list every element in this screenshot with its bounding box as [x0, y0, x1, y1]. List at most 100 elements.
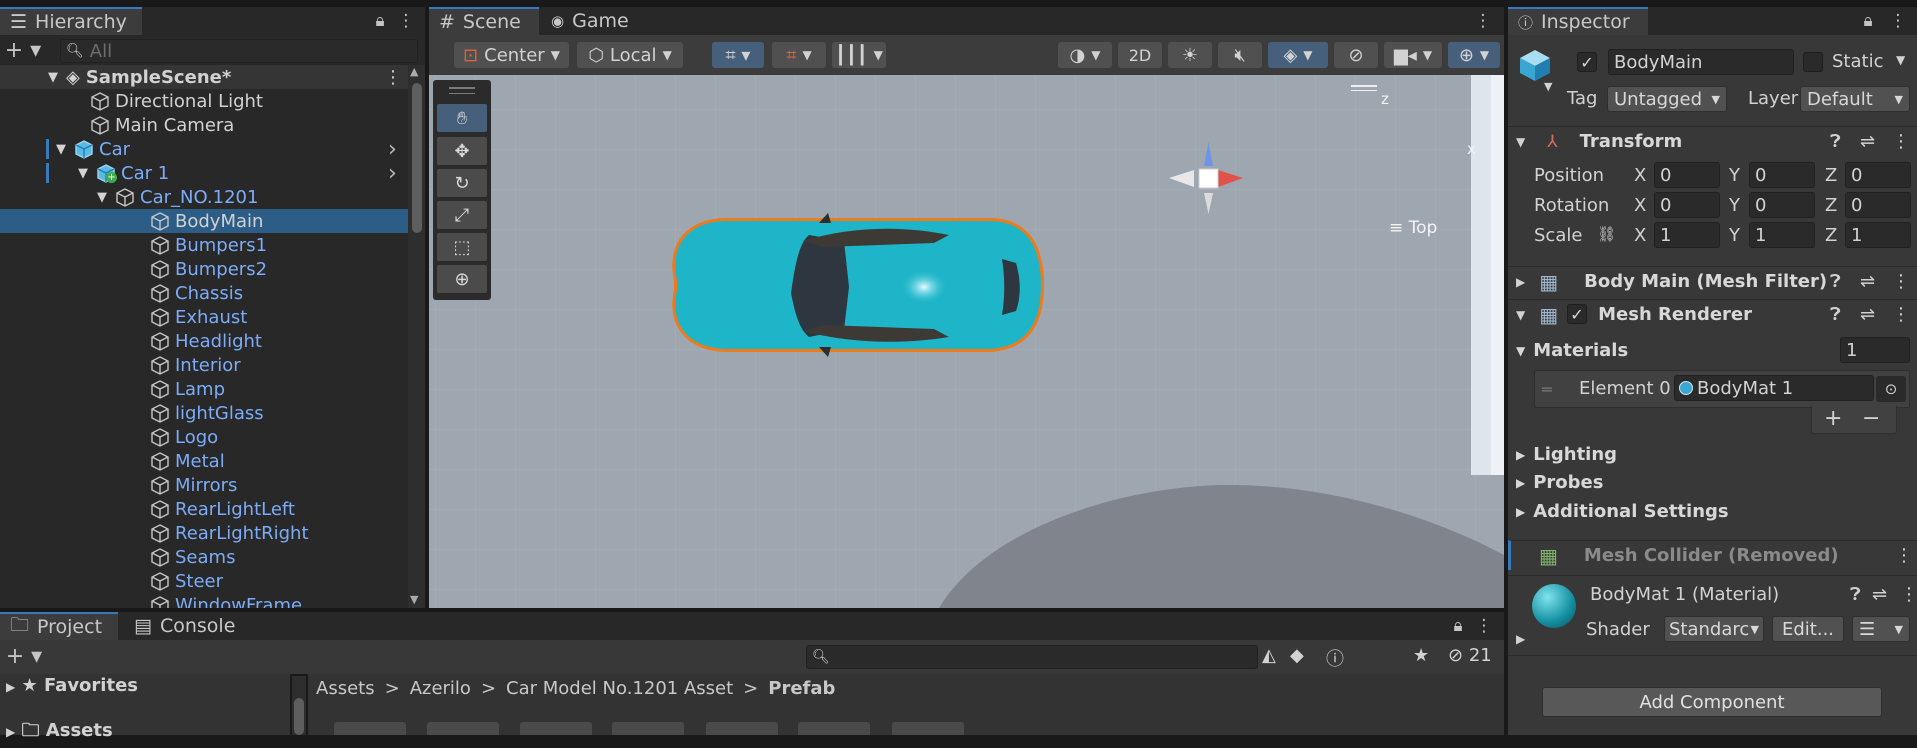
mesh-collider-removed-header[interactable]: ▦ Mesh Collider (Removed) ⋮: [1508, 540, 1917, 570]
gizmo-view-label[interactable]: ≡ Top: [1389, 218, 1437, 238]
assets-item[interactable]: ▶ 🗀︎ Assets: [6, 718, 113, 748]
breadcrumb-prefab[interactable]: Prefab: [768, 678, 835, 699]
lock-icon[interactable]: 🔒︎: [370, 11, 390, 31]
favorites-item[interactable]: ▶ ★ Favorites: [6, 675, 138, 696]
lock-icon[interactable]: 🔒︎: [1858, 11, 1878, 31]
hierarchy-item[interactable]: Bumpers1: [0, 233, 408, 257]
hierarchy-item[interactable]: ▼ Car_NO.1201: [0, 185, 408, 209]
materials-count-field[interactable]: 1: [1840, 337, 1910, 363]
breadcrumb-car-model[interactable]: Car Model No.1201 Asset: [506, 678, 733, 699]
hierarchy-item[interactable]: Main Camera: [0, 113, 408, 137]
more-menu-icon[interactable]: ⋮: [1473, 11, 1493, 31]
scale-z-field[interactable]: 1: [1845, 222, 1911, 248]
breadcrumb-assets[interactable]: Assets: [316, 678, 375, 699]
log-search-icon[interactable]: ⓘ: [1326, 645, 1344, 671]
hierarchy-item[interactable]: RearLightLeft: [0, 497, 408, 521]
hierarchy-item[interactable]: Seams: [0, 545, 408, 569]
hierarchy-item[interactable]: Headlight: [0, 329, 408, 353]
more-menu-icon[interactable]: ⋮: [1892, 271, 1910, 292]
project-search-input[interactable]: 🔍︎: [806, 645, 1258, 669]
rect-tool-button[interactable]: ⬚: [437, 233, 487, 261]
help-icon[interactable]: ❓︎: [1830, 271, 1841, 292]
hierarchy-item[interactable]: Chassis: [0, 281, 408, 305]
increment-snap-button[interactable]: ⌗ ▼: [772, 42, 826, 68]
hierarchy-item[interactable]: › ▼ Car: [0, 137, 408, 162]
expand-arrow-icon[interactable]: ▼: [56, 142, 66, 157]
hierarchy-item[interactable]: Directional Light: [0, 89, 408, 113]
hidden-packages-toggle[interactable]: ⊘ 21: [1448, 645, 1492, 666]
additional-settings-foldout[interactable]: ▶ Additional Settings: [1516, 501, 1729, 522]
presets-icon[interactable]: ⇌: [1860, 304, 1875, 325]
presets-icon[interactable]: ⇌: [1860, 271, 1875, 292]
tab-project[interactable]: 🗀︎ Project: [0, 612, 118, 640]
more-menu-icon[interactable]: ⋮: [384, 67, 402, 88]
scene-viewport[interactable]: z x ≡ Top: [429, 75, 1504, 608]
help-icon[interactable]: ❓︎: [1830, 131, 1841, 152]
hand-tool-button[interactable]: ✋︎: [437, 104, 487, 132]
hierarchy-item[interactable]: Lamp: [0, 377, 408, 401]
breadcrumb-azerilo[interactable]: Azerilo: [410, 678, 471, 699]
hierarchy-scrollbar[interactable]: ▲ ▼: [408, 65, 425, 608]
static-dropdown-icon[interactable]: ▼: [1896, 53, 1905, 67]
help-icon[interactable]: ❓︎: [1850, 584, 1861, 605]
transform-tool-button[interactable]: ⊕: [437, 265, 487, 293]
object-picker-icon[interactable]: ⊙: [1876, 376, 1906, 402]
asset-thumbnail[interactable]: [798, 722, 870, 735]
more-menu-icon[interactable]: ⋮: [1892, 304, 1910, 325]
tab-scene[interactable]: # Scene: [429, 7, 539, 35]
orientation-gizmo[interactable]: [1159, 80, 1279, 250]
asset-thumbnail[interactable]: [334, 722, 406, 735]
asset-thumbnail[interactable]: [427, 722, 499, 735]
hierarchy-search-input[interactable]: 🔍︎ All: [60, 39, 418, 63]
add-button[interactable]: + ▾: [4, 38, 42, 63]
shader-edit-button[interactable]: Edit...: [1772, 616, 1844, 642]
pivot-center-dropdown[interactable]: ⊡ Center ▼: [454, 42, 569, 68]
expand-arrow-icon[interactable]: ▼: [97, 190, 107, 205]
more-menu-icon[interactable]: ⋮: [1474, 616, 1494, 636]
collapse-arrow-icon[interactable]: ▶: [1516, 632, 1525, 646]
axis-label-x[interactable]: X: [1634, 225, 1646, 246]
search-by-type-icon[interactable]: ◭: [1262, 645, 1276, 666]
hierarchy-item[interactable]: RearLightRight: [0, 521, 408, 545]
probes-foldout[interactable]: ▶ Probes: [1516, 472, 1603, 493]
asset-thumbnail[interactable]: [520, 722, 592, 735]
gizmos-dropdown[interactable]: ⊕ ▼: [1448, 42, 1500, 68]
axis-label-y[interactable]: Y: [1729, 225, 1740, 246]
scale-x-field[interactable]: 1: [1654, 222, 1720, 248]
shader-dropdown[interactable]: Standarc ▼: [1664, 616, 1764, 642]
drag-handle-icon[interactable]: ═: [1542, 380, 1552, 399]
space-local-dropdown[interactable]: ⬡ Local ▼: [577, 42, 683, 68]
move-tool-button[interactable]: ✥: [437, 137, 487, 165]
audio-toggle-button[interactable]: 🔇︎: [1218, 42, 1262, 68]
more-menu-icon[interactable]: ⋮: [1895, 545, 1913, 566]
mesh-renderer-enabled-checkbox[interactable]: ✓: [1567, 304, 1587, 324]
mesh-filter-header[interactable]: ▶ ▦ Body Main (Mesh Filter) ❓︎ ⇌ ⋮: [1508, 266, 1917, 296]
position-y-field[interactable]: 0: [1749, 162, 1815, 188]
scene-root-row[interactable]: ▼ ◈ SampleScene* ⋮: [0, 65, 408, 89]
effects-dropdown[interactable]: ◈ ▼: [1268, 42, 1328, 68]
object-name-field[interactable]: BodyMain: [1608, 49, 1794, 75]
scene-visibility-button[interactable]: ⊘: [1334, 42, 1378, 68]
open-prefab-icon[interactable]: ›: [388, 161, 397, 186]
presets-icon[interactable]: ⇌: [1860, 131, 1875, 152]
layer-dropdown[interactable]: Default ▼: [1800, 86, 1910, 112]
rotation-x-field[interactable]: 0: [1654, 192, 1720, 218]
rotation-z-field[interactable]: 0: [1845, 192, 1911, 218]
camera-dropdown[interactable]: ▆◂ ▼: [1384, 42, 1442, 68]
create-asset-button[interactable]: + ▾: [4, 644, 44, 669]
remove-element-button[interactable]: −: [1862, 406, 1880, 431]
open-prefab-icon[interactable]: ›: [388, 137, 397, 162]
static-checkbox[interactable]: [1803, 52, 1823, 72]
gizmo-drag-handle[interactable]: [1351, 85, 1377, 87]
axis-label-x[interactable]: X: [1634, 195, 1646, 216]
shader-options-dropdown[interactable]: ☰ ▼: [1852, 616, 1910, 642]
folders-scrollbar[interactable]: [292, 676, 306, 735]
grid-snap-button[interactable]: ⌗ ▾: [712, 42, 764, 68]
add-element-button[interactable]: +: [1824, 406, 1842, 431]
hierarchy-item[interactable]: BodyMain: [0, 209, 408, 233]
hierarchy-item[interactable]: Exhaust: [0, 305, 408, 329]
transform-header[interactable]: ▼ ⅄ Transform ❓︎ ⇌ ⋮: [1508, 126, 1917, 156]
lighting-foldout[interactable]: ▶ Lighting: [1516, 444, 1617, 465]
rotate-tool-button[interactable]: ↻: [437, 169, 487, 197]
axis-label-z[interactable]: Z: [1825, 225, 1837, 246]
